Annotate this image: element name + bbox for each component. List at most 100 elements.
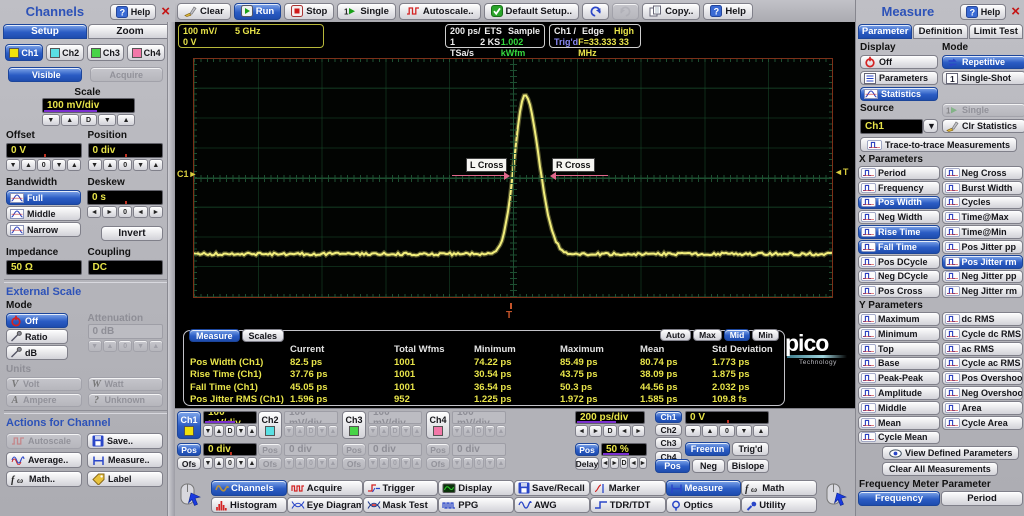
action-label-button[interactable]: Label (87, 471, 163, 487)
timebase-spin-1[interactable]: ► (589, 425, 602, 437)
toolbar-autoscale-button[interactable]: Autoscale.. (399, 3, 481, 20)
external-mode-ratio-button[interactable]: Ratio (6, 329, 68, 344)
impedance-value[interactable]: 50 Ω (6, 260, 82, 275)
pos-ofs-ofs-button[interactable]: Ofs (258, 457, 282, 470)
bottom-tab-optics[interactable]: Optics (666, 497, 742, 513)
bottom-tab-save-recall[interactable]: Save/Recall (514, 480, 590, 496)
measure-close-icon[interactable]: × (1009, 5, 1022, 19)
deskew-spin-3[interactable]: ◄ (133, 206, 147, 218)
scale-spin-3[interactable]: ▼ (98, 114, 116, 126)
position-spin-1[interactable]: ▲ (103, 159, 117, 171)
clr-statistics-button[interactable]: Clr Statistics (942, 119, 1024, 133)
trigger-slope-pos-button[interactable]: Pos (655, 459, 690, 473)
bottom-tab-math[interactable]: fωMath (741, 480, 817, 496)
param-neg-overshoot-button[interactable]: Neg Overshoot (942, 386, 1024, 400)
trigger-level-spin-3[interactable]: ▼ (736, 425, 752, 437)
measure-box-tab-scales[interactable]: Scales (242, 329, 285, 342)
bottom-ch1-offset-spin-2[interactable]: 0 (225, 457, 235, 469)
delay-spin-4[interactable]: ► (639, 457, 647, 469)
deskew-spin-2[interactable]: 0 (118, 206, 132, 218)
scale-spin-0[interactable]: ▼ (42, 114, 60, 126)
pos-ofs-pos-button[interactable]: Pos (426, 443, 450, 456)
param-pos-jitter-rm-button[interactable]: Pos Jitter rm (942, 255, 1024, 269)
display-parameters-button[interactable]: Parameters (860, 71, 938, 85)
bottom-tab-tdr-tdt[interactable]: TDR/TDT (590, 497, 666, 513)
param-neg-width-button[interactable]: Neg Width (858, 210, 940, 224)
bottom-tab-awg[interactable]: AWG (514, 497, 590, 513)
timebase-spin-2[interactable]: D (603, 425, 616, 437)
external-mode-db-button[interactable]: dB (6, 345, 68, 360)
position-spin-3[interactable]: ▼ (133, 159, 147, 171)
mode-single-shot-button[interactable]: 1Single-Shot (942, 71, 1024, 85)
param-maximum-button[interactable]: Maximum (858, 312, 940, 326)
trigger-source-ch2-button[interactable]: Ch2 (655, 424, 682, 436)
scale-value[interactable]: 100 mV/div (42, 98, 135, 113)
pos-ofs-ofs-button[interactable]: Ofs (426, 457, 450, 470)
channels-close-icon[interactable]: × (159, 5, 172, 19)
param-pos-width-button[interactable]: Pos Width (858, 196, 940, 210)
pos-ofs-pos-button[interactable]: Pos (177, 443, 201, 456)
action-measure-button[interactable]: Measure.. (87, 452, 163, 468)
unit-ampere-button[interactable]: AAmpere (6, 393, 82, 407)
scale-spin-1[interactable]: ▲ (61, 114, 79, 126)
bottom-channel-tab-ch2[interactable]: Ch2 (258, 411, 282, 439)
param-rise-time-button[interactable]: Rise Time (858, 225, 940, 239)
trigger-axis-marker[interactable]: ◄T (834, 167, 848, 177)
param-pos-cross-button[interactable]: Pos Cross (858, 284, 940, 298)
trigger-level-spin-0[interactable]: ▼ (685, 425, 701, 437)
param-cycle-area-button[interactable]: Cycle Area (942, 416, 1024, 430)
delay-value[interactable]: 50 % (601, 443, 647, 456)
freq-meter-frequency-button[interactable]: Frequency (858, 491, 940, 506)
freq-meter-period-button[interactable]: Period (941, 491, 1023, 506)
param-peak-peak-button[interactable]: Peak-Peak (858, 371, 940, 385)
trigger-mode-freerun-button[interactable]: Freerun (685, 442, 730, 456)
bandwidth-narrow-button[interactable]: Narrow (6, 222, 81, 237)
scale-spin-4[interactable]: ▲ (117, 114, 135, 126)
bottom-tab-trigger[interactable]: Trigger (363, 480, 439, 496)
chevron-down-icon[interactable]: ▼ (923, 119, 938, 133)
trigger-position-marker[interactable]: T (506, 310, 512, 321)
tab-zoom[interactable]: Zoom (88, 24, 172, 39)
bottom-tab-channels[interactable]: Channels (211, 480, 287, 496)
clear-all-measurements-button[interactable]: Clear All Measurements (882, 462, 998, 476)
param-frequency-button[interactable]: Frequency (858, 181, 940, 195)
trigger-slope-bislope-button[interactable]: Bislope (727, 459, 769, 473)
param-middle-button[interactable]: Middle (858, 401, 940, 415)
param-pos-dcycle-button[interactable]: Pos DCycle (858, 255, 940, 269)
fit-mid-button[interactable]: Mid (724, 329, 751, 341)
trigger-slope-neg-button[interactable]: Neg (692, 459, 725, 473)
channels-panel-scrollbar[interactable] (167, 22, 175, 516)
timebase-spin-4[interactable]: ► (632, 425, 645, 437)
param-time-min-button[interactable]: Time@Min (942, 225, 1024, 239)
bottom-tab-ppg[interactable]: PPG (438, 497, 514, 513)
display-off-button[interactable]: Off (860, 55, 938, 69)
param-neg-jitter-pp-button[interactable]: Neg Jitter pp (942, 270, 1024, 284)
param-base-button[interactable]: Base (858, 357, 940, 371)
coupling-value[interactable]: DC (88, 260, 164, 275)
action-autoscale-button[interactable]: Autoscale (6, 433, 82, 449)
left-cross-annotation[interactable]: L Cross (466, 158, 507, 172)
position-value[interactable]: 0 div (88, 143, 164, 158)
bandwidth-full-button[interactable]: Full (6, 190, 81, 205)
bottom-channel-tab-ch3[interactable]: Ch3 (342, 411, 366, 439)
timebase-spin-3[interactable]: ◄ (618, 425, 631, 437)
deskew-spin-4[interactable]: ► (149, 206, 163, 218)
param-amplitude-button[interactable]: Amplitude (858, 386, 940, 400)
offset-spin-4[interactable]: ▲ (67, 159, 81, 171)
position-spin-0[interactable]: ▼ (88, 159, 102, 171)
offset-spin-3[interactable]: ▼ (52, 159, 66, 171)
source-dropdown[interactable]: Ch1▼ (860, 119, 938, 134)
bottom-ch1-scale-spin-2[interactable]: D (225, 425, 235, 437)
channel-button-ch3[interactable]: Ch3 (87, 44, 125, 61)
param-cycle-ac-rms-button[interactable]: Cycle ac RMS (942, 357, 1024, 371)
param-neg-jitter-rm-button[interactable]: Neg Jitter rm (942, 284, 1024, 298)
bottom-ch1-offset-spin-4[interactable]: ▲ (247, 457, 257, 469)
channel-button-ch1[interactable]: Ch1 (5, 44, 43, 61)
bottom-channel-tab-ch1[interactable]: Ch1 (177, 411, 201, 439)
fit-max-button[interactable]: Max (693, 329, 722, 341)
fit-auto-button[interactable]: Auto (660, 329, 691, 341)
bottom-tab-marker[interactable]: Marker (590, 480, 666, 496)
trace-to-trace-button[interactable]: Trace-to-trace Measurements (860, 137, 1017, 152)
trigger-source-ch3-button[interactable]: Ch3 (655, 437, 682, 449)
pos-ofs-pos-button[interactable]: Pos (342, 443, 366, 456)
